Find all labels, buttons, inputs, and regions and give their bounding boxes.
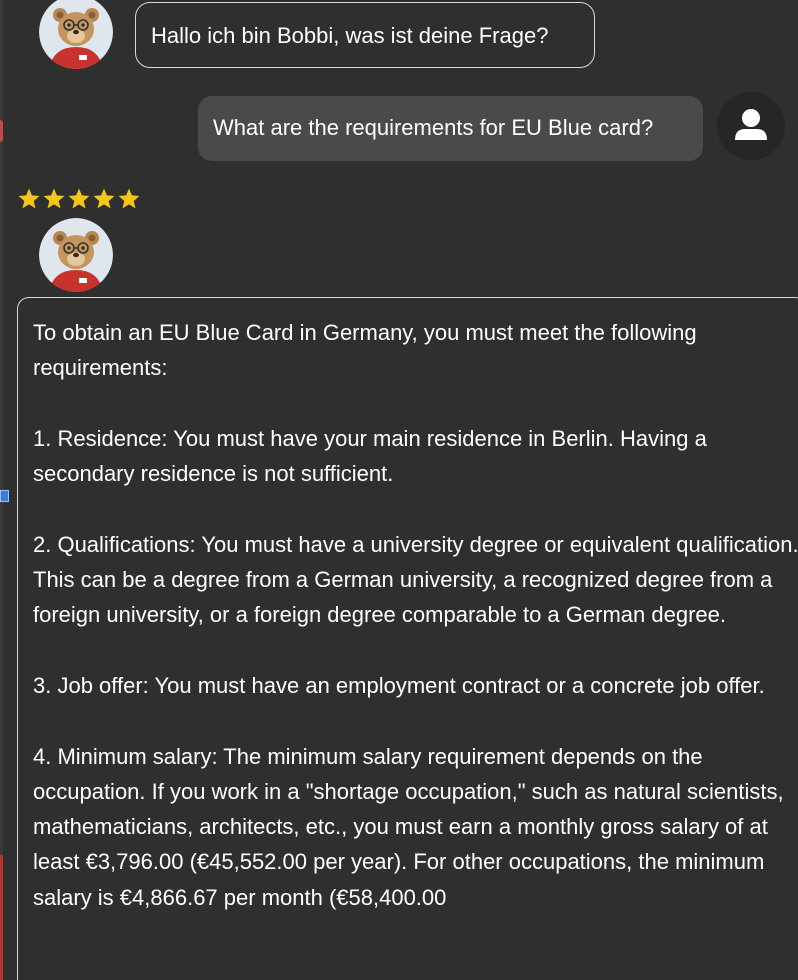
user-silhouette-icon [717,92,785,160]
answer-paragraph: 4. Minimum salary: The minimum salary re… [33,743,784,910]
answer-paragraph: 2. Qualifications: You must have a unive… [33,531,798,628]
bot-avatar-icon [39,218,113,292]
user-message-bubble: What are the requirements for EU Blue ca… [198,96,703,161]
chat-view: Hallo ich bin Bobbi, was ist deine Frage… [0,0,798,980]
left-edge-handle[interactable] [0,490,9,502]
answer-paragraph: To obtain an EU Blue Card in Germany, yo… [33,320,697,381]
bot-avatar-icon [39,0,113,69]
star-icon[interactable] [17,187,41,211]
star-icon[interactable] [117,187,141,211]
bot-greeting-bubble: Hallo ich bin Bobbi, was ist deine Frage… [135,2,595,68]
left-edge-tick [0,120,3,142]
star-icon[interactable] [67,187,91,211]
star-icon[interactable] [92,187,116,211]
answer-paragraph: 3. Job offer: You must have an employmen… [33,672,765,698]
bot-answer-bubble: To obtain an EU Blue Card in Germany, yo… [17,297,798,980]
answer-paragraph: 1. Residence: You must have your main re… [33,425,707,487]
left-edge-red-strip [0,855,3,980]
star-icon[interactable] [42,187,66,211]
rating-stars[interactable] [17,187,141,211]
